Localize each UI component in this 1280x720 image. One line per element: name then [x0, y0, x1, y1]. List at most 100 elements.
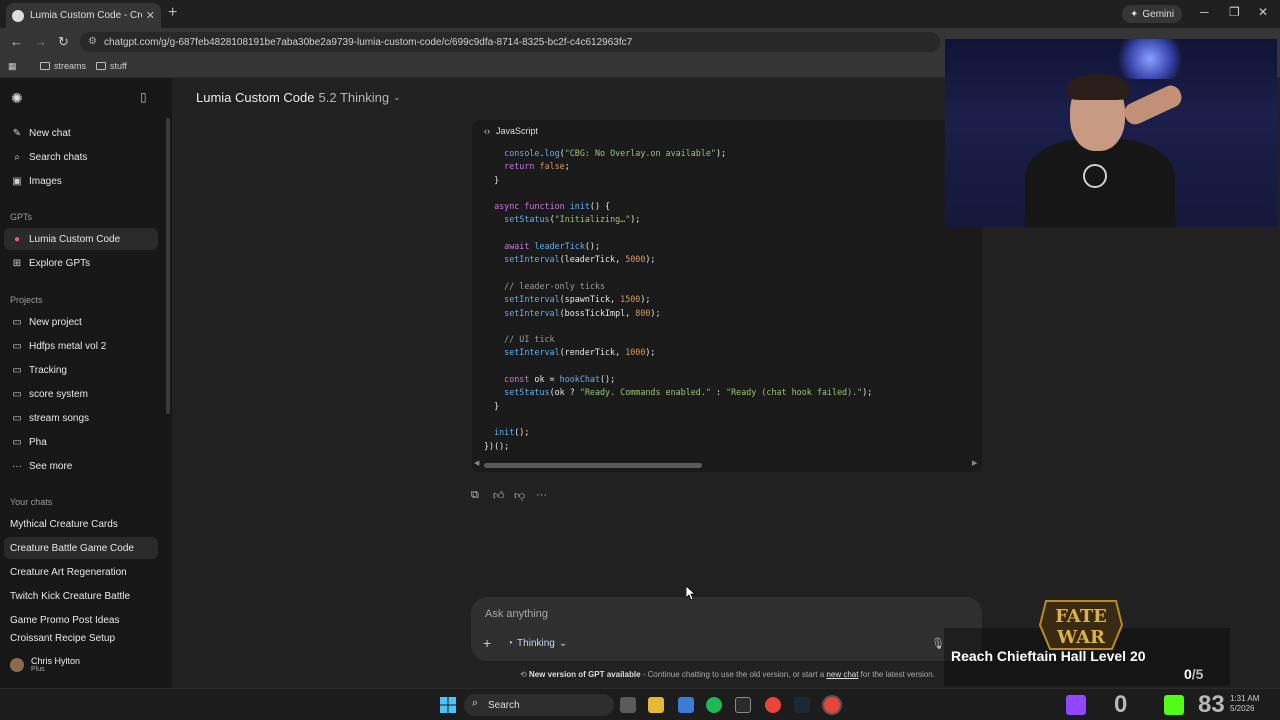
- folder-icon: ▭: [12, 388, 22, 400]
- logo-text-bottom: WAR: [1056, 627, 1106, 648]
- microphone-icon[interactable]: 🎙︎: [931, 637, 945, 650]
- twitch-icon: [1066, 695, 1086, 715]
- sidebar-item-see-more[interactable]: ··· See more: [4, 455, 158, 477]
- apps-grid-icon[interactable]: ▦: [8, 61, 17, 72]
- code-block: ‹› JavaScript console.log("CBG: No Overl…: [472, 120, 982, 472]
- sidebar-scrollbar[interactable]: [166, 118, 170, 414]
- folder-icon: ▭: [12, 364, 22, 376]
- search-label: Search: [488, 699, 520, 711]
- sidebar: ✺ ▯ ✎ New chat ⌕ Search chats ▣ Images GPTs…: [0, 78, 172, 688]
- sidebar-item-images[interactable]: ▣ Images: [4, 170, 158, 192]
- streamer-arm: [1121, 82, 1185, 128]
- browser-tab[interactable]: Lumia Custom Code - Creature ✕: [6, 3, 161, 28]
- chevron-down-icon: ⌄: [393, 92, 401, 102]
- kick-icon: [1164, 695, 1184, 715]
- sidebar-item-project[interactable]: ▭ stream songs: [4, 407, 158, 429]
- chrome-icon[interactable]: [765, 697, 781, 713]
- message-composer[interactable]: Ask anything + ◔ Thinking ⌄ 🎙︎: [471, 597, 982, 661]
- bookmark-streams[interactable]: streams: [40, 61, 86, 71]
- sidebar-item-project[interactable]: ▭ score system: [4, 383, 158, 405]
- sidebar-item-project[interactable]: ▭ Pha: [4, 431, 158, 453]
- chat-title: Creature Art Regeneration: [10, 566, 127, 578]
- tab-title: Lumia Custom Code - Creature: [30, 10, 142, 21]
- your-chats-heading: Your chats: [10, 497, 53, 507]
- spotify-icon[interactable]: [706, 697, 722, 713]
- chat-item[interactable]: Game Promo Post Ideas: [4, 609, 158, 631]
- code-line: setStatus(ok ? "Ready. Commands enabled.…: [504, 387, 873, 398]
- shirt-logo: [1083, 164, 1107, 188]
- goal-text: Reach Chieftain Hall Level 20: [951, 648, 1146, 664]
- add-attachment-button[interactable]: +: [483, 635, 491, 651]
- user-menu[interactable]: Chris Hylton Plus: [10, 656, 80, 673]
- scroll-right-icon[interactable]: ▶: [972, 459, 977, 467]
- close-tab-icon[interactable]: ✕: [146, 9, 155, 22]
- sidebar-item-search-chats[interactable]: ⌕ Search chats: [4, 146, 158, 168]
- task-view-icon[interactable]: [620, 697, 636, 713]
- model-selector[interactable]: Lumia Custom Code 5.2 Thinking ⌄: [196, 90, 401, 105]
- sidebar-item-project[interactable]: ▭ Hdfps metal vol 2: [4, 335, 158, 357]
- browser-tab-bar: Lumia Custom Code - Creature ✕ + ✦ Gemin…: [0, 0, 1280, 28]
- sidebar-item-lumia-custom-code[interactable]: ● Lumia Custom Code: [4, 228, 158, 250]
- code-line: async function init() {: [494, 201, 611, 212]
- code-icon: ‹›: [484, 126, 490, 136]
- chat-item-active[interactable]: Creature Battle Game Code: [4, 537, 158, 559]
- new-chat-link[interactable]: new chat: [826, 670, 858, 679]
- taskbar-search[interactable]: ⌕ Search: [464, 694, 614, 716]
- windows-start-icon[interactable]: [440, 697, 456, 713]
- explore-grid-icon: ⊞: [12, 257, 22, 269]
- code-line: setInterval(spawnTick, 1500);: [504, 294, 651, 305]
- chat-item[interactable]: Creature Art Regeneration: [4, 561, 158, 583]
- bookmark-label: streams: [54, 61, 87, 71]
- url-text: chatgpt.com/g/g-687feb4828108191be7aba30…: [104, 36, 633, 48]
- scroll-left-icon[interactable]: ◀: [474, 459, 479, 467]
- minimize-icon[interactable]: ─: [1200, 5, 1209, 19]
- hudfx-icon[interactable]: [735, 697, 751, 713]
- chat-item[interactable]: Mythical Creature Cards: [4, 513, 158, 535]
- code-horizontal-scrollbar[interactable]: ◀ ▶: [472, 458, 982, 472]
- file-explorer-icon[interactable]: [648, 697, 664, 713]
- sidebar-item-new-chat[interactable]: ✎ New chat: [4, 122, 158, 144]
- kick-viewer-count: 83: [1198, 691, 1225, 718]
- more-actions-icon[interactable]: ···: [536, 489, 547, 501]
- system-clock[interactable]: 1:31 AM 5/2026: [1230, 694, 1259, 714]
- openai-logo-icon[interactable]: ✺: [11, 90, 23, 107]
- notepad-icon[interactable]: [678, 697, 694, 713]
- scrollbar-thumb[interactable]: [484, 463, 702, 468]
- reload-icon[interactable]: ↻: [58, 34, 69, 50]
- maximize-icon[interactable]: ❐: [1229, 5, 1240, 19]
- version-notice: ⟲ New version of GPT available - Continu…: [520, 670, 935, 679]
- url-field[interactable]: ⚙ chatgpt.com/g/g-687feb4828108191be7aba…: [80, 32, 940, 52]
- code-line: console.log("CBG: No Overlay.on availabl…: [504, 148, 727, 158]
- thumbs-down-icon[interactable]: 👎︎: [514, 489, 525, 502]
- streamer-hair: [1067, 74, 1129, 100]
- folder-icon: ▭: [12, 436, 22, 448]
- chat-item[interactable]: Croissant Recipe Setup: [4, 633, 158, 645]
- back-arrow-icon[interactable]: ←: [10, 34, 23, 49]
- code-line: const ok = hookChat();: [504, 374, 616, 385]
- copy-icon[interactable]: ⧉: [471, 489, 479, 502]
- chat-item[interactable]: Twitch Kick Creature Battle: [4, 585, 158, 607]
- toggle-sidebar-icon[interactable]: ▯: [140, 90, 147, 104]
- close-window-icon[interactable]: ✕: [1258, 5, 1268, 19]
- site-info-icon[interactable]: ⚙: [88, 36, 97, 47]
- code-language-label: ‹› JavaScript: [484, 126, 538, 136]
- user-name: Chris Hylton: [31, 656, 81, 666]
- chat-title: Game Promo Post Ideas: [10, 614, 120, 626]
- sidebar-item-label: See more: [29, 460, 73, 472]
- logo-text-top: FATE: [1055, 606, 1107, 627]
- sidebar-item-explore-gpts[interactable]: ⊞ Explore GPTs: [4, 252, 158, 274]
- thinking-mode-button[interactable]: ◔ Thinking ⌄: [507, 638, 567, 649]
- forward-arrow-icon[interactable]: →: [34, 34, 47, 49]
- chrome-active-icon[interactable]: [824, 697, 840, 713]
- new-tab-button[interactable]: +: [168, 4, 177, 22]
- sidebar-item-new-project[interactable]: ▭ New project: [4, 311, 158, 333]
- steam-icon[interactable]: [794, 697, 810, 713]
- composer-placeholder[interactable]: Ask anything: [485, 608, 548, 620]
- gemini-button[interactable]: ✦ Gemini: [1122, 5, 1183, 23]
- sidebar-item-label: stream songs: [29, 412, 90, 424]
- gpt-title: Lumia Custom Code: [196, 90, 315, 105]
- sidebar-item-project[interactable]: ▭ Tracking: [4, 359, 158, 381]
- projects-heading: Projects: [10, 295, 43, 305]
- bookmark-stuff[interactable]: stuff: [96, 61, 127, 71]
- thumbs-up-icon[interactable]: 👍︎: [493, 489, 505, 502]
